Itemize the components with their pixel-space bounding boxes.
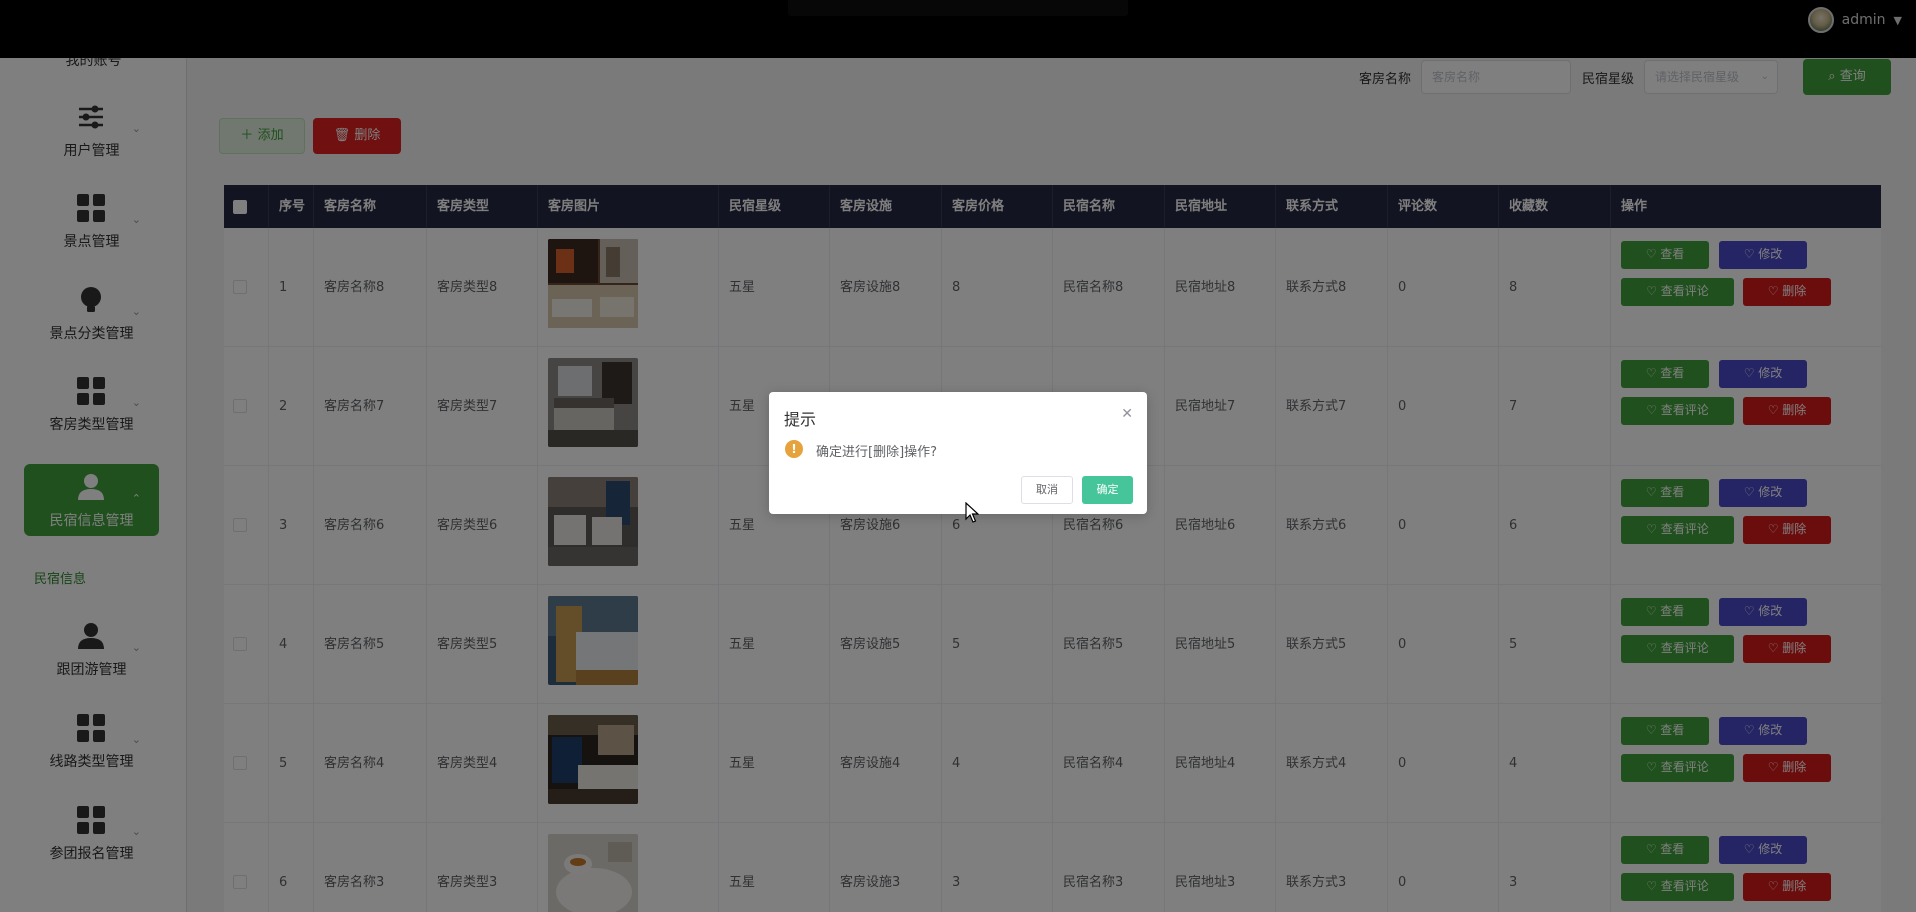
cancel-button[interactable]: 取消	[1021, 476, 1073, 504]
mouse-cursor-icon	[965, 502, 979, 523]
warning-icon: !	[785, 440, 803, 458]
dialog-title: 提示	[784, 410, 817, 429]
dialog-message: 确定进行[删除]操作?	[816, 445, 938, 460]
close-icon[interactable]: ✕	[1121, 406, 1133, 422]
confirm-dialog: 提示 ✕ ! 确定进行[删除]操作? 取消 确定	[769, 392, 1147, 514]
confirm-button[interactable]: 确定	[1082, 476, 1133, 504]
